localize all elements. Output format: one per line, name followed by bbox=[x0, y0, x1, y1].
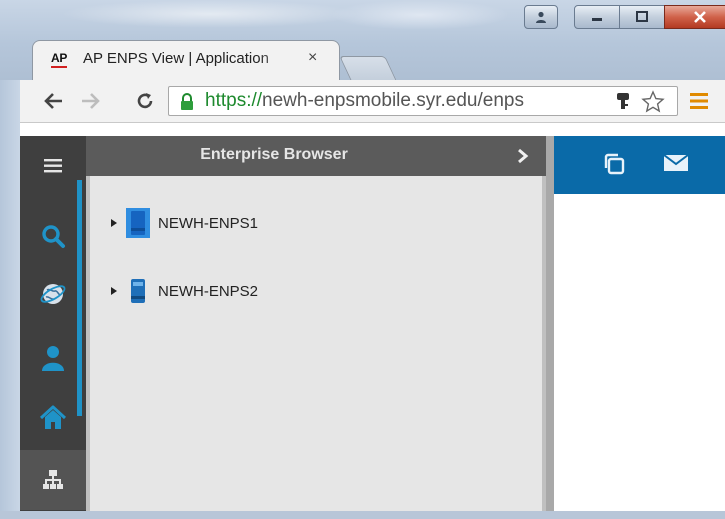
rail-enterprise-browser-button[interactable] bbox=[20, 450, 86, 510]
bookmark-star-icon[interactable] bbox=[641, 90, 665, 114]
menu-icon bbox=[44, 159, 62, 173]
copy-icon[interactable] bbox=[602, 152, 626, 176]
search-icon bbox=[42, 225, 65, 248]
mail-icon[interactable] bbox=[662, 152, 690, 174]
network-icon bbox=[43, 470, 63, 489]
content-pane bbox=[554, 136, 725, 519]
lock-icon bbox=[181, 93, 193, 110]
user-icon bbox=[42, 346, 64, 371]
arrow-left-icon bbox=[44, 93, 62, 109]
minimize-icon bbox=[592, 18, 602, 21]
server-label: NEWH-ENPS2 bbox=[158, 282, 259, 300]
browser-tab-active[interactable]: AP AP ENPS View | Application × bbox=[32, 40, 340, 80]
reload-icon bbox=[137, 93, 153, 109]
browser-toolbar: https://newh-enpsmobile.syr.edu/enps bbox=[0, 80, 725, 123]
rail-globe-button[interactable] bbox=[20, 264, 86, 324]
content-header bbox=[554, 136, 725, 194]
minimize-button[interactable] bbox=[574, 5, 620, 29]
globe-icon bbox=[40, 284, 66, 304]
expand-arrow-icon[interactable] bbox=[110, 286, 118, 296]
address-bar[interactable]: https://newh-enpsmobile.syr.edu/enps bbox=[168, 86, 678, 116]
expand-arrow-icon[interactable] bbox=[110, 218, 118, 228]
enterprise-browser-panel: Enterprise Browser NEWH-ENPS1 NEWH-ENPS2 bbox=[86, 136, 546, 519]
tree-item-newh-enps2[interactable]: NEWH-ENPS2 bbox=[110, 276, 258, 306]
panel-title: Enterprise Browser bbox=[200, 146, 348, 163]
rail-user-button[interactable] bbox=[20, 328, 86, 388]
user-icon bbox=[536, 11, 546, 23]
server-tree: NEWH-ENPS1 NEWH-ENPS2 bbox=[90, 176, 542, 519]
server-icon bbox=[131, 279, 145, 303]
user-profile-button[interactable] bbox=[524, 5, 558, 29]
maximize-button[interactable] bbox=[619, 5, 665, 29]
window-titlebar: AP AP ENPS View | Application × bbox=[0, 0, 725, 80]
back-button[interactable] bbox=[40, 89, 66, 113]
url-text[interactable]: https://newh-enpsmobile.syr.edu/enps bbox=[205, 90, 615, 114]
menu-button[interactable] bbox=[20, 136, 86, 196]
tab-close-button[interactable]: × bbox=[308, 49, 317, 67]
ap-favicon-icon: AP bbox=[51, 51, 67, 68]
browser-menu-icon[interactable] bbox=[688, 92, 710, 110]
tree-item-newh-enps1[interactable]: NEWH-ENPS1 bbox=[110, 208, 258, 238]
server-label: NEWH-ENPS1 bbox=[158, 214, 259, 232]
arrow-right-icon bbox=[82, 93, 100, 109]
server-icon bbox=[126, 208, 150, 238]
panel-header: Enterprise Browser bbox=[86, 136, 546, 176]
forward-button[interactable] bbox=[78, 89, 104, 113]
new-tab-button[interactable] bbox=[339, 56, 397, 80]
home-icon bbox=[39, 405, 67, 429]
close-icon bbox=[694, 11, 706, 23]
rail-search-button[interactable] bbox=[20, 206, 86, 266]
maximize-icon bbox=[636, 11, 648, 22]
nav-rail bbox=[20, 136, 86, 519]
pane-splitter[interactable] bbox=[546, 136, 554, 519]
close-window-button[interactable] bbox=[664, 5, 725, 29]
enps-app: Enterprise Browser NEWH-ENPS1 NEWH-ENPS2 bbox=[20, 136, 725, 519]
chevron-right-icon[interactable] bbox=[516, 148, 530, 164]
reload-button[interactable] bbox=[132, 89, 158, 113]
key-icon[interactable] bbox=[615, 92, 631, 112]
rail-home-button[interactable] bbox=[20, 388, 86, 448]
